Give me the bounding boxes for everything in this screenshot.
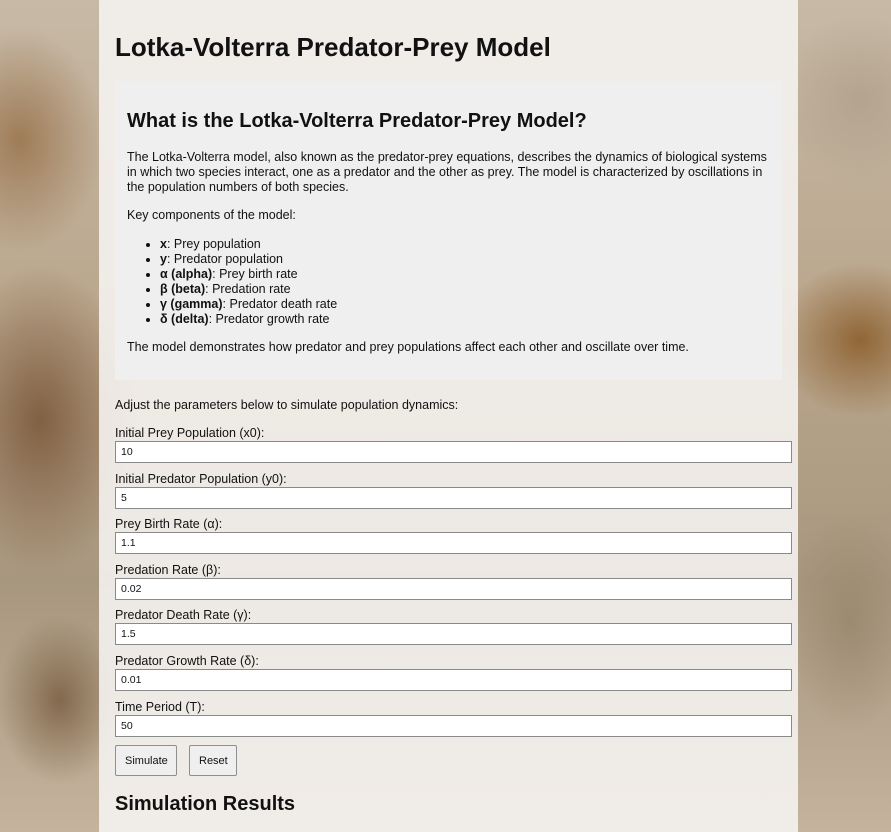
prey-birth-rate-input[interactable] <box>115 532 792 554</box>
predation-rate-label: Predation Rate (β): <box>115 563 221 577</box>
predator-growth-rate-input[interactable] <box>115 669 792 691</box>
component-desc: : Predator death rate <box>222 297 338 311</box>
component-term: δ (delta) <box>160 312 209 326</box>
predator-growth-rate-label: Predator Growth Rate (δ): <box>115 654 259 668</box>
component-desc: : Prey birth rate <box>212 267 298 281</box>
component-desc: : Predator growth rate <box>208 312 330 326</box>
component-term: α (alpha) <box>160 267 213 281</box>
components-list: x: Prey population y: Predator populatio… <box>160 237 337 327</box>
predator-death-rate-input[interactable] <box>115 623 792 645</box>
list-item: y: Predator population <box>160 252 337 267</box>
time-period-input[interactable] <box>115 715 792 737</box>
component-desc: : Prey population <box>166 237 261 251</box>
component-term: y <box>160 252 167 266</box>
component-desc: : Predator population <box>166 252 284 266</box>
time-period-label: Time Period (T): <box>115 700 205 714</box>
info-paragraph-components-intro: Key components of the model: <box>127 208 296 222</box>
main-panel: Lotka-Volterra Predator-Prey Model What … <box>99 0 798 832</box>
component-term: x <box>160 237 167 251</box>
page-title: Lotka-Volterra Predator-Prey Model <box>115 32 551 62</box>
prey-population-input[interactable] <box>115 441 792 463</box>
list-item: δ (delta): Predator growth rate <box>160 312 337 327</box>
list-item: γ (gamma): Predator death rate <box>160 297 337 312</box>
predation-rate-input[interactable] <box>115 578 792 600</box>
info-paragraph-summary: The model demonstrates how predator and … <box>127 340 689 354</box>
prey-birth-rate-label: Prey Birth Rate (α): <box>115 517 223 531</box>
list-item: α (alpha): Prey birth rate <box>160 267 337 282</box>
info-heading: What is the Lotka-Volterra Predator-Prey… <box>127 110 587 132</box>
component-term: β (beta) <box>160 282 206 296</box>
predator-population-label: Initial Predator Population (y0): <box>115 472 287 486</box>
form-intro: Adjust the parameters below to simulate … <box>115 398 459 412</box>
info-paragraph-description: The Lotka-Volterra model, also known as … <box>127 150 767 194</box>
component-desc: : Predation rate <box>205 282 291 296</box>
prey-population-label: Initial Prey Population (x0): <box>115 426 265 440</box>
info-box: What is the Lotka-Volterra Predator-Prey… <box>115 81 782 380</box>
list-item: x: Prey population <box>160 237 337 252</box>
component-term: γ (gamma) <box>160 297 223 311</box>
reset-button[interactable]: Reset <box>189 745 237 776</box>
list-item: β (beta): Predation rate <box>160 282 337 297</box>
results-heading: Simulation Results <box>115 793 296 815</box>
simulate-button[interactable]: Simulate <box>115 745 177 776</box>
predator-death-rate-label: Predator Death Rate (γ): <box>115 608 252 622</box>
predator-population-input[interactable] <box>115 487 792 509</box>
